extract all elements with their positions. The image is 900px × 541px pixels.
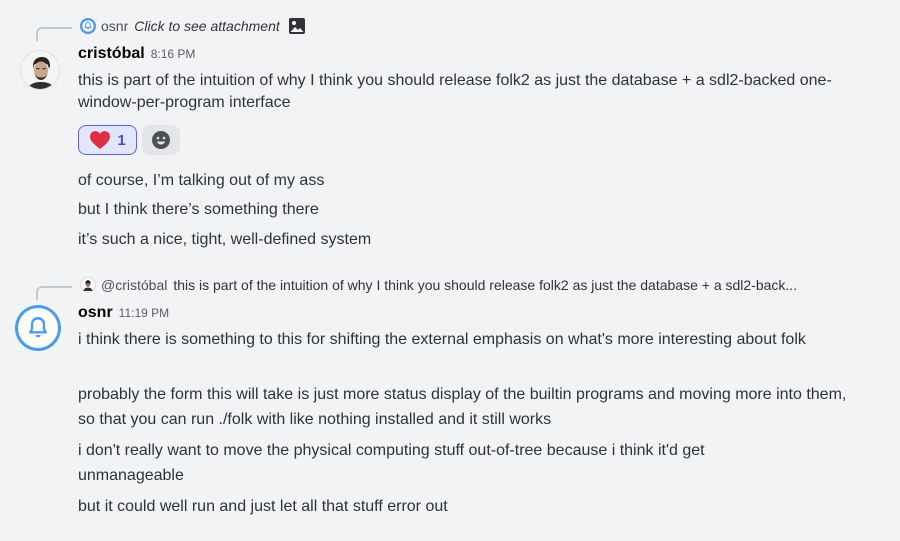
heart-icon [90, 131, 111, 150]
heart-reaction-button[interactable]: 1 [78, 125, 137, 155]
reaction-count: 1 [117, 131, 126, 149]
avatar[interactable] [20, 50, 60, 90]
add-reaction-button[interactable] [142, 125, 180, 155]
portrait-avatar-small-icon [80, 277, 96, 293]
reply-reference[interactable]: osnr Click to see attachment [80, 17, 306, 35]
reply-author[interactable]: @cristóbal [101, 277, 167, 293]
reply-connector [36, 286, 72, 300]
reply-attachment-text[interactable]: Click to see attachment [134, 18, 280, 34]
smiley-icon [152, 131, 170, 149]
message-text: i don't really want to move the physical… [78, 442, 705, 484]
message-text: of course, I’m talking out of my ass [78, 172, 325, 189]
reply-reference[interactable]: @cristóbal this is part of the intuition… [80, 277, 880, 293]
bell-icon [29, 317, 47, 338]
message-text: probably the form this will take is just… [78, 386, 847, 428]
username[interactable]: cristóbal [78, 45, 145, 63]
bell-avatar-small-icon [80, 18, 96, 34]
reply-snippet[interactable]: this is part of the intuition of why I t… [173, 277, 797, 293]
username[interactable]: osnr [78, 304, 113, 322]
message-header: osnr 11:19 PM [78, 304, 169, 322]
reply-connector [36, 27, 72, 41]
message-text: this is part of the intuition of why I t… [78, 72, 832, 111]
avatar[interactable] [15, 305, 61, 351]
image-icon[interactable] [288, 17, 306, 35]
message-text: but I think there’s something there [78, 201, 319, 218]
timestamp[interactable]: 8:16 PM [151, 47, 196, 61]
timestamp[interactable]: 11:19 PM [119, 306, 169, 320]
reply-author[interactable]: osnr [101, 18, 128, 34]
message-text: it’s such a nice, tight, well-defined sy… [78, 231, 372, 248]
message-text: but it could well run and just let all t… [78, 498, 448, 515]
message-header: cristóbal 8:16 PM [78, 45, 195, 63]
portrait-avatar-icon [21, 51, 59, 89]
message-text: i think there is something to this for s… [78, 331, 806, 348]
